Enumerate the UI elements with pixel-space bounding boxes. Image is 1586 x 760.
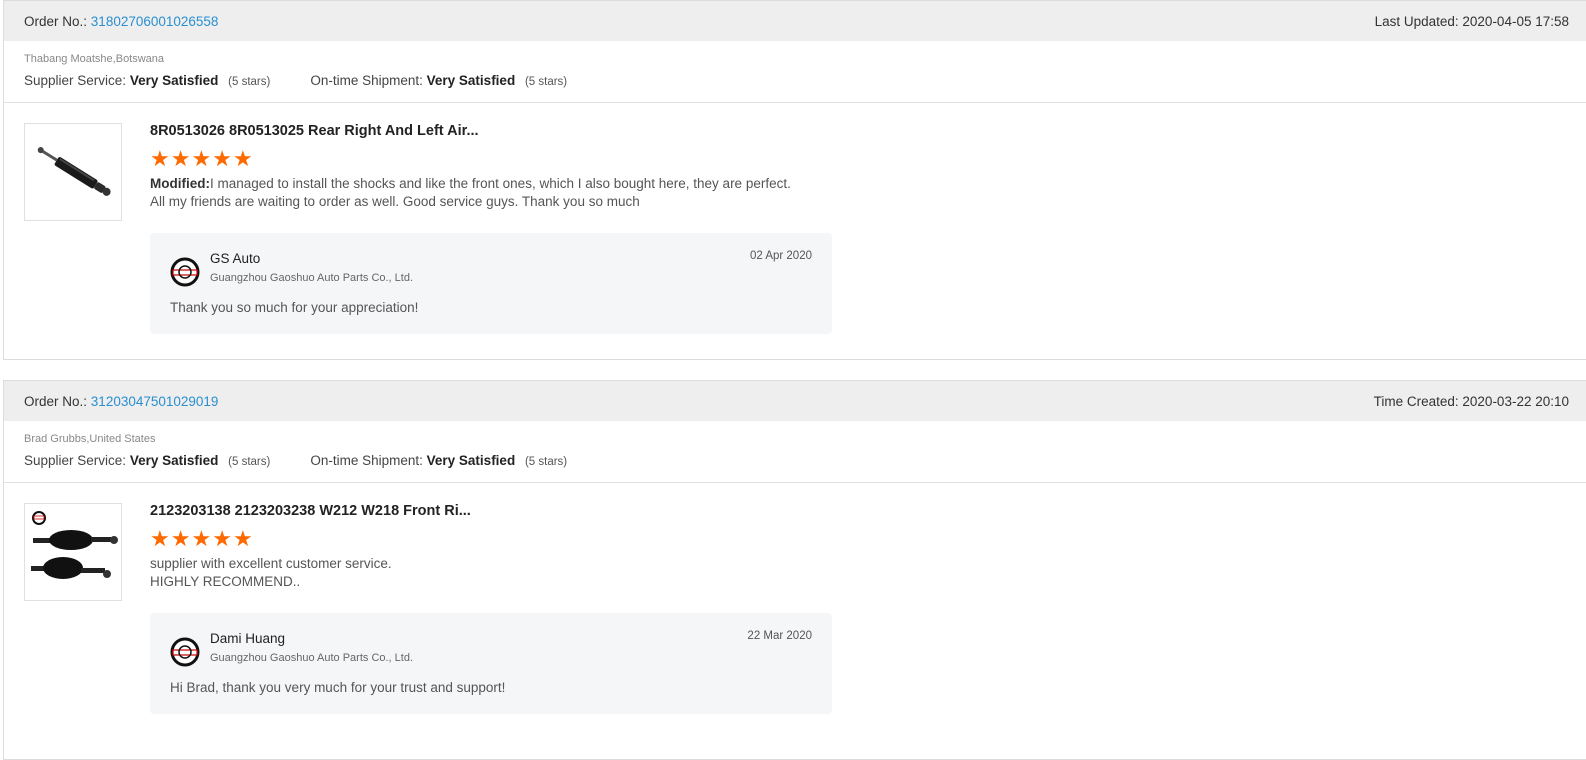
comment-line: supplier with excellent customer service… xyxy=(150,556,392,571)
reply-message: Hi Brad, thank you very much for your tr… xyxy=(170,680,506,695)
review-meta: Thabang Moatshe,Botswana Supplier Servic… xyxy=(4,41,1586,103)
review-card: Order No.: 31203047501029019 Time Create… xyxy=(3,380,1586,760)
reply-company: Guangzhou Gaoshuo Auto Parts Co., Ltd. xyxy=(210,272,414,284)
supplier-logo-icon xyxy=(170,637,200,667)
shock-absorber-icon xyxy=(37,147,111,196)
order-number-link[interactable]: 31802706001026558 xyxy=(91,14,219,29)
star-icon: ★ xyxy=(170,526,191,551)
product-thumbnail[interactable] xyxy=(24,123,122,221)
shipment-stars: (5 stars) xyxy=(524,76,568,88)
review-meta: Brad Grubbs,United States Supplier Servi… xyxy=(4,421,1586,483)
review-comment: supplier with excellent customer service… xyxy=(150,555,1566,591)
order-header: Order No.: 31203047501029019 Time Create… xyxy=(4,381,1586,421)
service-ratings: Supplier Service: Very Satisfied (5 star… xyxy=(24,73,1566,88)
supplier-logo-icon xyxy=(170,257,200,287)
review-content: 8R0513026 8R0513025 Rear Right And Left … xyxy=(150,123,1566,334)
star-icon: ★ xyxy=(150,146,170,171)
supplier-service-label: Supplier Service: xyxy=(24,453,127,468)
shipment-rating: On-time Shipment: Very Satisfied (5 star… xyxy=(310,73,567,88)
order-number-link[interactable]: 31203047501029019 xyxy=(91,394,219,409)
time-label: Last Updated: xyxy=(1374,13,1459,29)
rating-stars: ★ ★ ★ ★ ★ xyxy=(150,146,1566,171)
order-time-group: Last Updated: 2020-04-05 17:58 xyxy=(1375,14,1569,29)
star-icon: ★ xyxy=(191,526,212,551)
review-body: 2123203138 2123203238 W212 W218 Front Ri… xyxy=(4,483,1586,734)
star-icon: ★ xyxy=(170,146,191,171)
comment-line: All my friends are waiting to order as w… xyxy=(150,194,640,209)
air-strut-icon xyxy=(31,511,118,579)
shipment-value: Very Satisfied xyxy=(426,73,516,88)
reply-name: Dami Huang xyxy=(210,631,286,646)
time-label: Time Created: xyxy=(1373,393,1459,409)
reply-name: GS Auto xyxy=(210,251,261,266)
product-thumbnail[interactable] xyxy=(24,503,122,601)
product-title[interactable]: 2123203138 2123203238 W212 W218 Front Ri… xyxy=(150,503,1566,519)
reply-company: Guangzhou Gaoshuo Auto Parts Co., Ltd. xyxy=(210,652,414,664)
modified-label: Modified: xyxy=(150,176,210,191)
supplier-service-value: Very Satisfied xyxy=(129,73,219,88)
supplier-service-value: Very Satisfied xyxy=(129,453,219,468)
supplier-reply: Dami Huang Guangzhou Gaoshuo Auto Parts … xyxy=(150,613,832,714)
shipment-rating: On-time Shipment: Very Satisfied (5 star… xyxy=(310,453,567,468)
supplier-reply: GS Auto Guangzhou Gaoshuo Auto Parts Co.… xyxy=(150,233,832,334)
order-number-group: Order No.: 31802706001026558 xyxy=(24,14,218,29)
reply-message: Thank you so much for your appreciation! xyxy=(170,300,419,315)
star-icon: ★ xyxy=(232,146,253,171)
star-icon: ★ xyxy=(232,526,253,551)
supplier-service-stars: (5 stars) xyxy=(228,456,271,468)
comment-line: I managed to install the shocks and like… xyxy=(210,176,791,191)
buyer-name: Thabang Moatshe,Botswana xyxy=(24,53,165,65)
order-time-group: Time Created: 2020-03-22 20:10 xyxy=(1374,394,1569,409)
shipment-value: Very Satisfied xyxy=(426,453,516,468)
buyer-name: Brad Grubbs,United States xyxy=(24,433,156,445)
star-icon: ★ xyxy=(212,526,232,551)
supplier-service-label: Supplier Service: xyxy=(24,73,127,88)
shipment-label: On-time Shipment: xyxy=(310,453,423,468)
shipment-label: On-time Shipment: xyxy=(310,73,423,88)
product-title[interactable]: 8R0513026 8R0513025 Rear Right And Left … xyxy=(150,123,1566,139)
time-value: 2020-04-05 17:58 xyxy=(1462,13,1569,29)
review-body: 8R0513026 8R0513025 Rear Right And Left … xyxy=(4,103,1586,354)
order-number-label: Order No.: xyxy=(24,13,88,29)
service-ratings: Supplier Service: Very Satisfied (5 star… xyxy=(24,453,1566,468)
review-content: 2123203138 2123203238 W212 W218 Front Ri… xyxy=(150,503,1566,714)
supplier-service-stars: (5 stars) xyxy=(228,76,271,88)
star-icon: ★ xyxy=(191,146,212,171)
comment-line: HIGHLY RECOMMEND.. xyxy=(150,574,301,589)
supplier-service-rating: Supplier Service: Very Satisfied (5 star… xyxy=(24,453,270,468)
star-icon: ★ xyxy=(150,526,170,551)
order-header: Order No.: 31802706001026558 Last Update… xyxy=(4,1,1586,41)
time-value: 2020-03-22 20:10 xyxy=(1462,393,1569,409)
review-card: Order No.: 31802706001026558 Last Update… xyxy=(3,0,1586,360)
rating-stars: ★ ★ ★ ★ ★ xyxy=(150,526,1566,551)
star-icon: ★ xyxy=(212,146,232,171)
order-number-group: Order No.: 31203047501029019 xyxy=(24,394,218,409)
review-comment: Modified:I managed to install the shocks… xyxy=(150,175,1566,211)
order-number-label: Order No.: xyxy=(24,393,88,409)
reply-date: 02 Apr 2020 xyxy=(749,250,812,262)
supplier-service-rating: Supplier Service: Very Satisfied (5 star… xyxy=(24,73,270,88)
shipment-stars: (5 stars) xyxy=(524,456,568,468)
reply-date: 22 Mar 2020 xyxy=(747,630,812,642)
